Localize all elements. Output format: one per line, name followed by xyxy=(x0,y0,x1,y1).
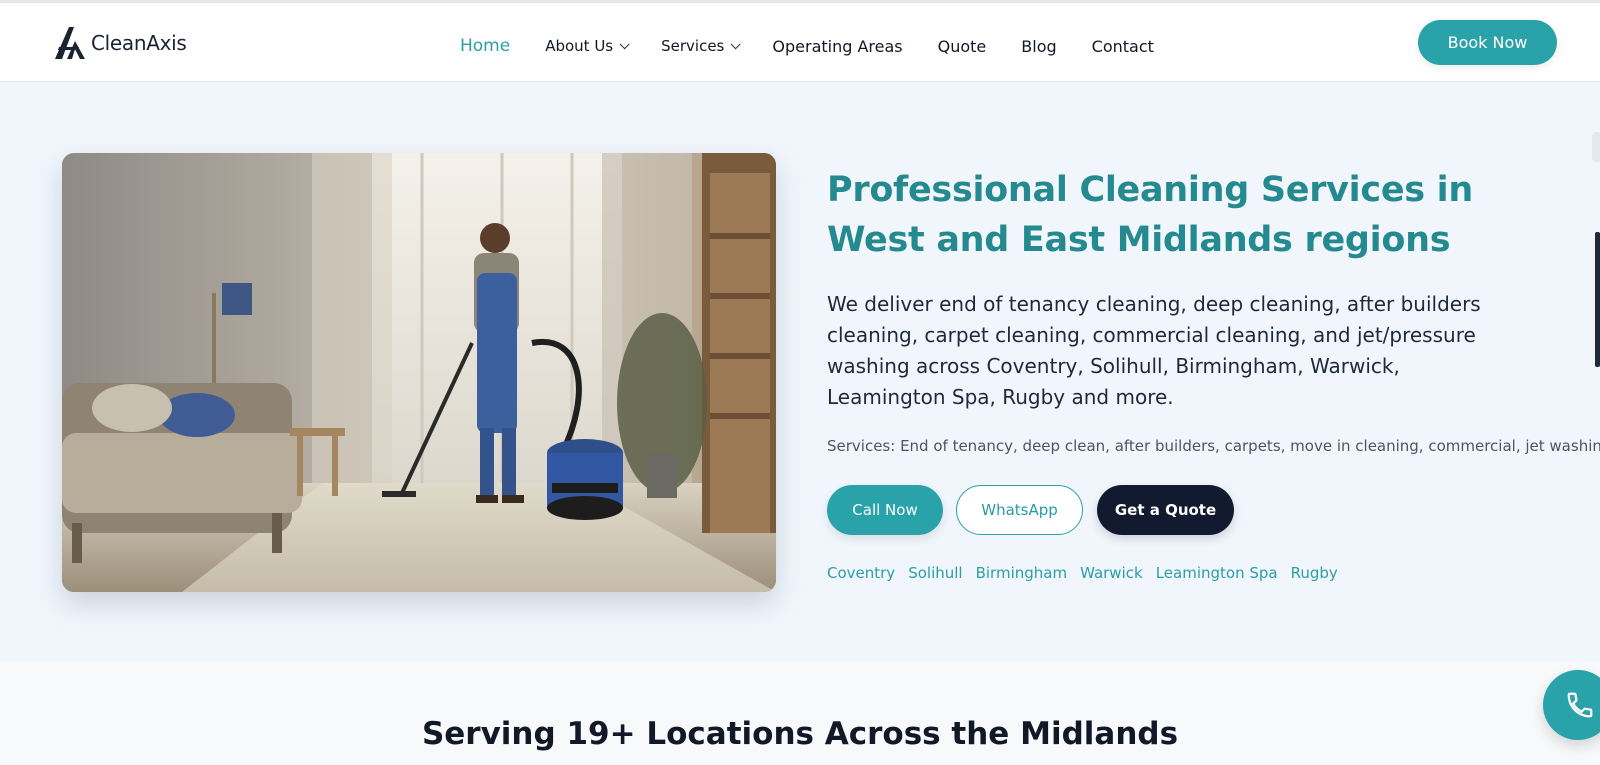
nav-about-us[interactable]: About Us xyxy=(545,37,630,55)
nav-home-label: Home xyxy=(460,36,511,56)
nav-operating-areas-label: Operating Areas xyxy=(772,36,903,56)
logo-icon xyxy=(55,27,85,59)
area-link-warwick[interactable]: Warwick xyxy=(1080,564,1143,582)
nav-blog[interactable]: Blog xyxy=(1021,37,1056,56)
hero-description-line: We deliver end of tenancy cleaning, deep… xyxy=(827,292,1481,316)
hero-title-line-2: West and East Midlands regions xyxy=(827,220,1451,260)
site-header: CleanAxis Home About Us Services Operati… xyxy=(0,3,1600,82)
hero-description-line: cleaning, carpet cleaning, commercial cl… xyxy=(827,323,1476,347)
area-link-solihull[interactable]: Solihull xyxy=(908,564,962,582)
nav-quote-label: Quote xyxy=(937,36,987,56)
nav-home[interactable]: Home xyxy=(460,36,510,56)
nav-operating-areas[interactable]: Operating Areas xyxy=(772,37,902,56)
hero-description: We deliver end of tenancy cleaning, deep… xyxy=(827,289,1507,413)
hero-description-line: washing across Coventry, Solihull, Birmi… xyxy=(827,354,1400,378)
nav-services-label: Services xyxy=(661,37,725,55)
hero-title-line-1: Professional Cleaning Services in xyxy=(827,170,1473,210)
hero-title: Professional Cleaning Services in West a… xyxy=(827,165,1527,265)
chevron-down-icon xyxy=(619,38,630,49)
whatsapp-button[interactable]: WhatsApp xyxy=(956,485,1083,535)
brand-logo[interactable]: CleanAxis xyxy=(53,25,187,61)
hero-image xyxy=(62,153,776,592)
nav-quote[interactable]: Quote xyxy=(938,37,987,56)
page-scrollbar[interactable] xyxy=(1595,232,1600,367)
area-link-rugby[interactable]: Rugby xyxy=(1291,564,1338,582)
nav-about-us-label: About Us xyxy=(545,37,614,55)
nav-services[interactable]: Services xyxy=(661,37,741,55)
nav-contact-label: Contact xyxy=(1091,36,1154,56)
area-link-leamington-spa[interactable]: Leamington Spa xyxy=(1156,564,1278,582)
area-links: Coventry Solihull Birmingham Warwick Lea… xyxy=(827,564,1338,582)
hero-description-line: Leamington Spa, Rugby and more. xyxy=(827,385,1174,409)
nav-contact[interactable]: Contact xyxy=(1092,37,1154,56)
locations-title: Serving 19+ Locations Across the Midland… xyxy=(421,716,1179,752)
main-nav: Home About Us Services Operating Areas Q… xyxy=(460,33,1189,59)
brand-name: CleanAxis xyxy=(91,31,187,55)
area-link-coventry[interactable]: Coventry xyxy=(827,564,895,582)
chevron-down-icon xyxy=(731,38,741,49)
nav-blog-label: Blog xyxy=(1021,36,1057,56)
book-now-button[interactable]: Book Now xyxy=(1418,20,1557,65)
area-link-birmingham[interactable]: Birmingham xyxy=(976,564,1067,582)
services-summary: Services: End of tenancy, deep clean, af… xyxy=(827,437,1600,455)
get-quote-button[interactable]: Get a Quote xyxy=(1097,485,1234,535)
phone-icon xyxy=(1567,692,1593,718)
call-now-button[interactable]: Call Now xyxy=(827,485,943,535)
carousel-edge-handle xyxy=(1592,132,1600,162)
